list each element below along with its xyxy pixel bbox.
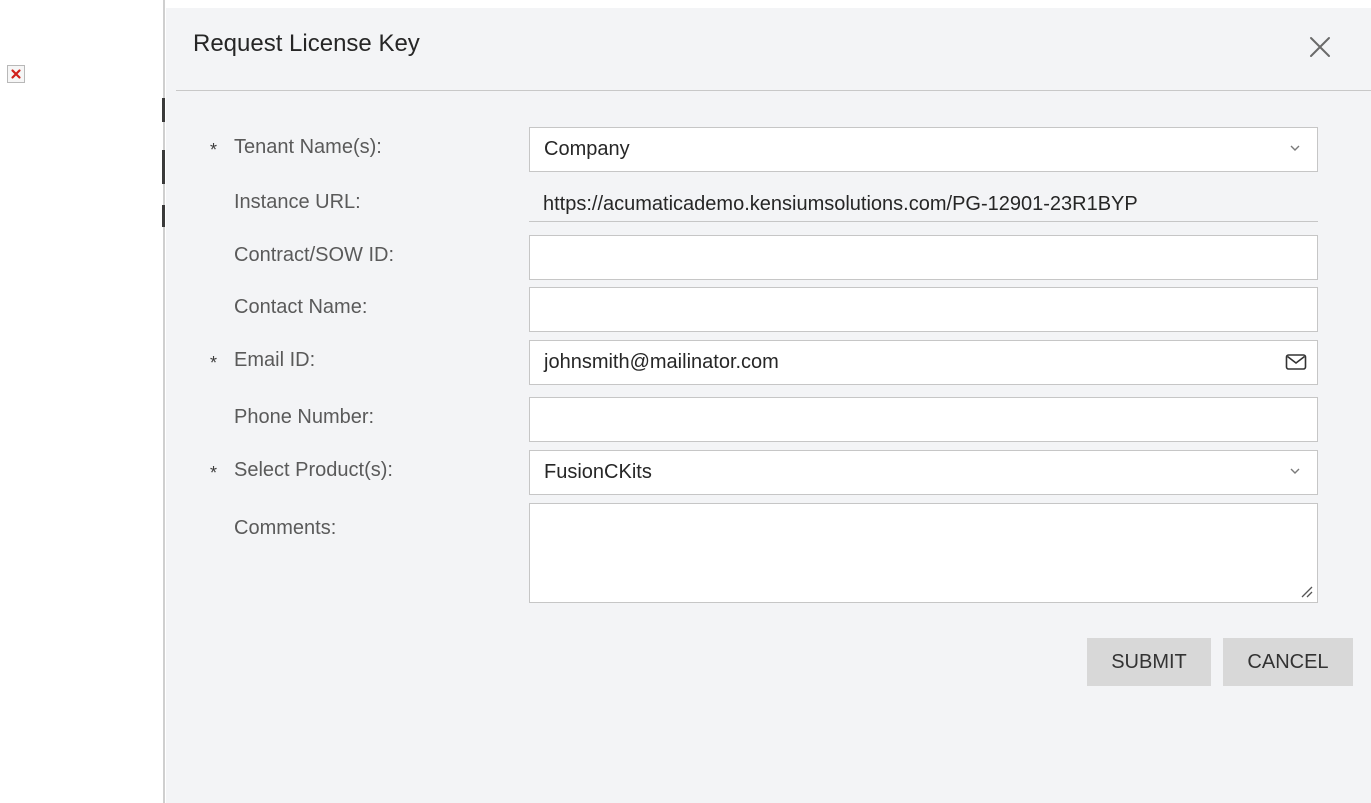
broken-image-x-glyph	[11, 69, 21, 79]
header-divider	[176, 90, 1371, 91]
product-select[interactable]: FusionCKits	[529, 450, 1318, 495]
dialog-header: Request License Key	[166, 8, 1371, 90]
instance-url-field: https://acumaticademo.kensiumsolutions.c…	[529, 185, 1318, 222]
background-edge-mark	[162, 98, 165, 122]
mail-icon[interactable]	[1285, 353, 1307, 371]
product-value: FusionCKits	[544, 461, 652, 483]
contact-name-row: Contact Name:	[166, 287, 1371, 333]
chevron-down-icon	[1290, 468, 1300, 474]
instance-url-label: Instance URL:	[234, 191, 361, 213]
product-label: Select Product(s):	[234, 459, 393, 481]
tenant-name-label: Tenant Name(s):	[234, 136, 382, 158]
tenant-name-value: Company	[544, 138, 630, 160]
required-mark: *	[210, 463, 218, 483]
instance-url-value: https://acumaticademo.kensiumsolutions.c…	[543, 193, 1138, 215]
cancel-button[interactable]: CANCEL	[1223, 638, 1353, 686]
close-icon	[1310, 37, 1330, 57]
email-label: Email ID:	[234, 349, 316, 371]
contract-id-label: Contract/SOW ID:	[234, 244, 395, 266]
phone-label: Phone Number:	[234, 406, 375, 428]
email-row: * Email ID: johnsmith@mailinator.com	[166, 340, 1371, 386]
close-button[interactable]	[1305, 32, 1335, 62]
contact-name-label: Contact Name:	[234, 296, 368, 318]
required-mark: *	[210, 140, 218, 160]
background-edge-mark	[162, 150, 165, 184]
comments-label: Comments:	[234, 517, 337, 539]
submit-button[interactable]: SUBMIT	[1087, 638, 1211, 686]
product-row: * Select Product(s): FusionCKits	[166, 450, 1371, 496]
phone-row: Phone Number:	[166, 397, 1371, 443]
comments-textarea[interactable]	[529, 503, 1318, 603]
chevron-down-icon	[1290, 145, 1300, 151]
contract-id-input[interactable]	[529, 235, 1318, 280]
email-input[interactable]: johnsmith@mailinator.com	[529, 340, 1318, 385]
resize-grip-icon[interactable]	[1299, 584, 1313, 598]
phone-input[interactable]	[529, 397, 1318, 442]
contact-name-input[interactable]	[529, 287, 1318, 332]
dialog-title: Request License Key	[193, 30, 420, 57]
background-edge-mark	[162, 205, 165, 227]
required-mark: *	[210, 353, 218, 373]
tenant-name-row: * Tenant Name(s): Company	[166, 127, 1371, 173]
request-license-key-dialog: Request License Key * Tenant Name(s): Co…	[166, 8, 1371, 803]
instance-url-row: Instance URL: https://acumaticademo.kens…	[166, 185, 1371, 231]
tenant-name-select[interactable]: Company	[529, 127, 1318, 172]
contract-id-row: Contract/SOW ID:	[166, 235, 1371, 281]
comments-row: Comments:	[166, 503, 1371, 603]
email-value: johnsmith@mailinator.com	[544, 351, 779, 373]
broken-image-icon	[7, 65, 25, 83]
